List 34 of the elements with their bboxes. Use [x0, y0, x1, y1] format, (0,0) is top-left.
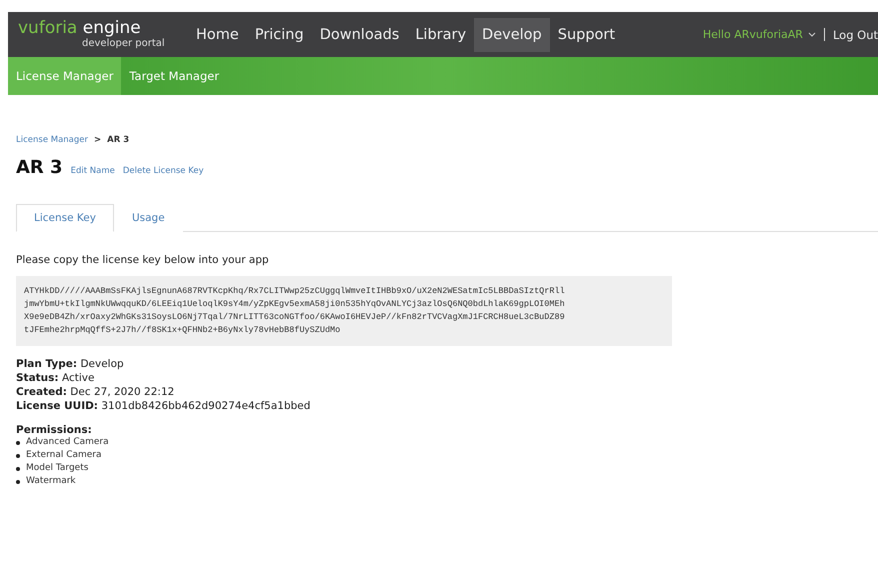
instruction-text: Please copy the license key below into your app: [16, 254, 270, 266]
bullet-icon: [16, 466, 20, 470]
user-menu[interactable]: Hello ARvuforiaAR: [702, 28, 825, 41]
logo-title: vuforia engine: [18, 20, 142, 37]
detail-text: License UUID: 3101db8426bb462d90274e4cf5a1bbed: [16, 400, 312, 412]
permission-item: Watermark: [26, 475, 76, 488]
nav-link[interactable]: Develop: [474, 18, 550, 52]
breadcrumb-separator: >: [94, 135, 102, 145]
nav-link[interactable]: Pricing: [246, 18, 312, 52]
nav-link[interactable]: Home: [188, 18, 247, 52]
action-link[interactable]: Delete License Key: [122, 166, 204, 176]
tab[interactable]: License Key: [16, 204, 114, 232]
nav-link[interactable]: Support: [550, 18, 624, 52]
permission-item: Model Targets: [26, 462, 88, 475]
logo-subtitle: developer portal: [81, 39, 166, 49]
license-key-text: ATYHkDD/////AAABmSsFKAjlsEgnunA687RVTKcpKhq/Rx7CLITWwp25zCUggqlWmveItIHBb9xO/uX2eN2WESatmIc5LBBDaSIztQrRll jmwYbmU+tkIlgmNkUWwqquKD/6LEEiq1UeloqlK9sY4m/yZpKEgv5exmA58ji0n535hYqOvANLYCj3azlOsQ6NQ0bdLhlaK69gpLOI0MEh X9e9eDB4Zh/xrOaxy2WhGKs31SoysLO6Nj7Tqal/7NrLITT63coNGTfoo/6KAwoI6HEVJeP//kFn82rTVCVagXmJ1FCRCH8ueL3cBuDZ89 tJFEmhe2hrpMqQffS+2J7h//f8SK1x+QFHNb2+B6yNxly78vHebB8fUySZUdMo: [16, 276, 672, 346]
permissions-heading: Permissions:: [16, 424, 93, 436]
nav-link[interactable]: Downloads: [312, 18, 408, 52]
nav-link[interactable]: Library: [407, 18, 474, 52]
chevron-down-icon: [808, 32, 816, 37]
detail-text: Created: Dec 27, 2020 22:12: [16, 386, 176, 398]
bullet-icon: [16, 454, 20, 458]
breadcrumb-link[interactable]: License Manager: [16, 135, 88, 145]
permission-item: Advanced Camera: [26, 436, 109, 449]
detail-text: Plan Type: Develop: [16, 358, 125, 370]
action-link[interactable]: Edit Name: [70, 166, 115, 176]
page-title: AR 3: [16, 157, 63, 178]
detail-text: Status: Active: [16, 372, 96, 384]
bullet-icon: [16, 480, 20, 484]
logout-link[interactable]: Log Out: [824, 28, 878, 42]
breadcrumb-current: AR 3: [107, 135, 130, 145]
logo[interactable]: vuforia engine developer portal: [8, 20, 188, 49]
permission-item: External Camera: [26, 449, 102, 462]
bullet-icon: [16, 440, 20, 444]
